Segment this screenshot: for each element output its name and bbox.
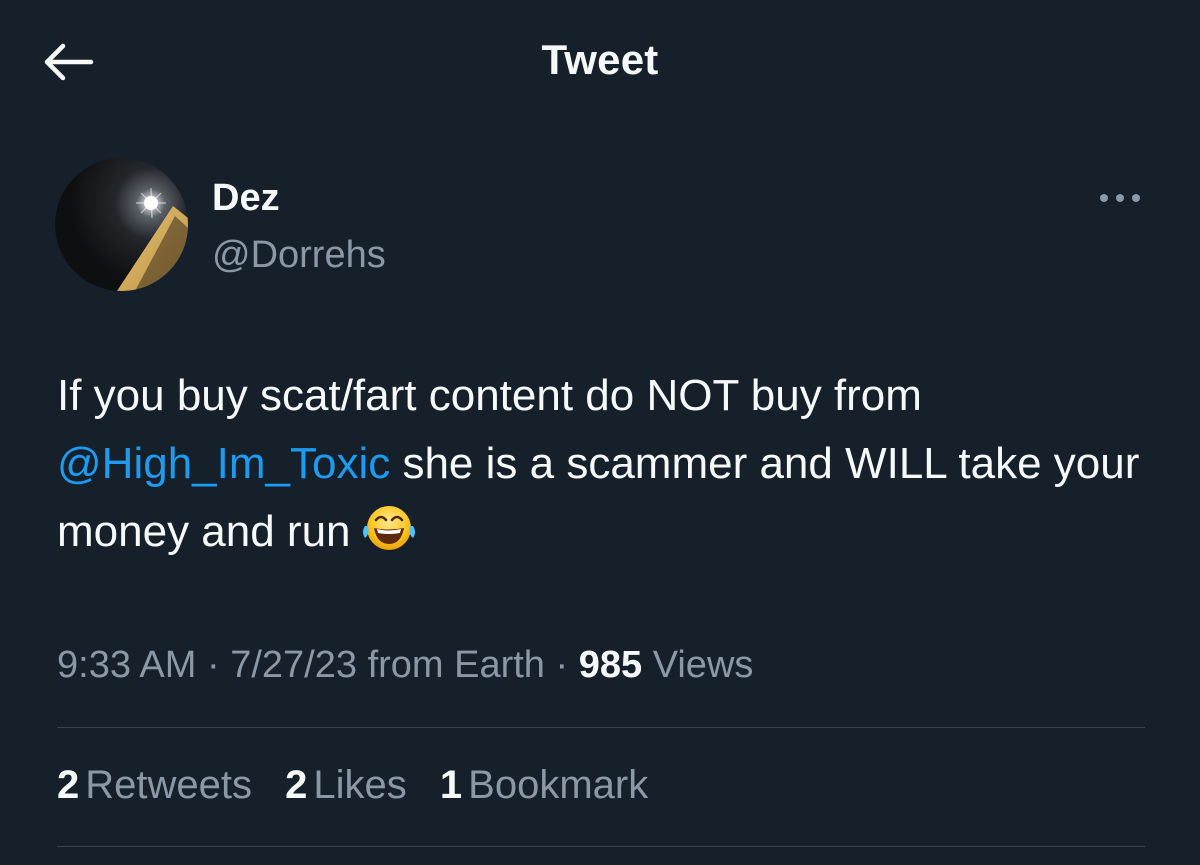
retweets-label: Retweets <box>85 763 252 807</box>
bookmarks-count: 1 <box>439 763 463 807</box>
retweets-stat[interactable]: 2 Retweets <box>57 763 252 808</box>
tweet-source: from Earth <box>367 644 545 686</box>
likes-stat[interactable]: 2 Likes <box>285 763 407 808</box>
tweet-author: Dez @Dorrehs <box>55 158 1155 293</box>
author-display-name[interactable]: Dez <box>212 177 280 220</box>
views-label: Views <box>652 644 754 686</box>
retweets-count: 2 <box>57 763 80 807</box>
more-options-button[interactable] <box>1095 186 1145 210</box>
tweet-date[interactable]: 7/27/23 <box>230 644 357 686</box>
tweet-detail-page: Tweet Dez @Dorrehs If you buy scat/fart … <box>0 0 1200 865</box>
likes-count: 2 <box>285 763 308 807</box>
tweet-meta: 9:33 AM · 7/27/23 from Earth · 985 Views <box>57 644 753 687</box>
tweet-text-part: If you buy scat/fart content do NOT buy … <box>57 371 922 420</box>
author-handle[interactable]: @Dorrehs <box>212 234 386 277</box>
top-bar: Tweet <box>0 0 1200 130</box>
tweet-time[interactable]: 9:33 AM <box>57 644 196 686</box>
bookmarks-label: Bookmark <box>468 763 649 807</box>
tweet-text: If you buy scat/fart content do NOT buy … <box>57 362 1147 574</box>
mention-link[interactable]: @High_Im_Toxic <box>57 439 390 488</box>
engagement-stats: 2 Retweets 2 Likes 1 Bookmark <box>57 763 670 808</box>
divider <box>57 846 1145 847</box>
more-horizontal-icon <box>1100 194 1140 202</box>
divider <box>57 727 1145 728</box>
views-count: 985 <box>578 644 643 686</box>
bookmarks-stat[interactable]: 1 Bookmark <box>440 763 648 808</box>
separator: · <box>206 644 220 686</box>
face-with-tears-of-joy-icon <box>359 502 419 574</box>
avatar[interactable] <box>55 158 188 291</box>
page-title: Tweet <box>541 36 659 83</box>
separator: · <box>555 644 569 686</box>
likes-label: Likes <box>313 763 407 807</box>
avatar-image <box>55 158 188 291</box>
